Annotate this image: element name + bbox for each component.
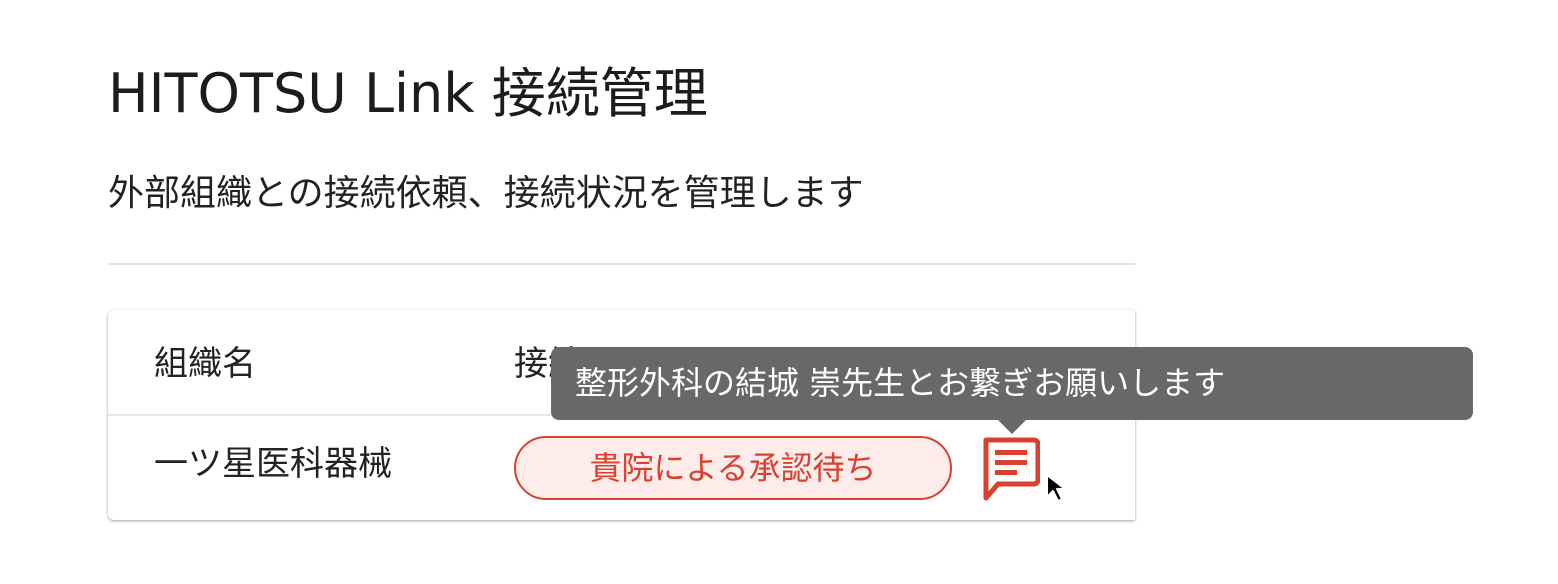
status-badge[interactable]: 貴院による承認待ち: [514, 436, 952, 500]
mouse-cursor-icon: [1046, 474, 1066, 502]
page-title: HITOTSU Link 接続管理: [108, 62, 708, 125]
connection-management-page: HITOTSU Link 接続管理 外部組織との接続依頼、接続状況を管理します …: [0, 0, 1558, 584]
tooltip-arrow: [998, 420, 1026, 434]
message-tooltip: 整形外科の結城 崇先生とお繋ぎお願いします: [551, 347, 1473, 420]
message-button[interactable]: [980, 436, 1041, 502]
organization-name: 一ツ星医科器械: [154, 444, 392, 484]
message-icon: [983, 437, 1041, 501]
page-subtitle: 外部組織との接続依頼、接続状況を管理します: [108, 173, 864, 214]
table-row[interactable]: 一ツ星医科器械 貴院による承認待ち: [108, 416, 1135, 520]
column-header-organization[interactable]: 組織名: [154, 340, 256, 388]
divider: [108, 263, 1135, 265]
